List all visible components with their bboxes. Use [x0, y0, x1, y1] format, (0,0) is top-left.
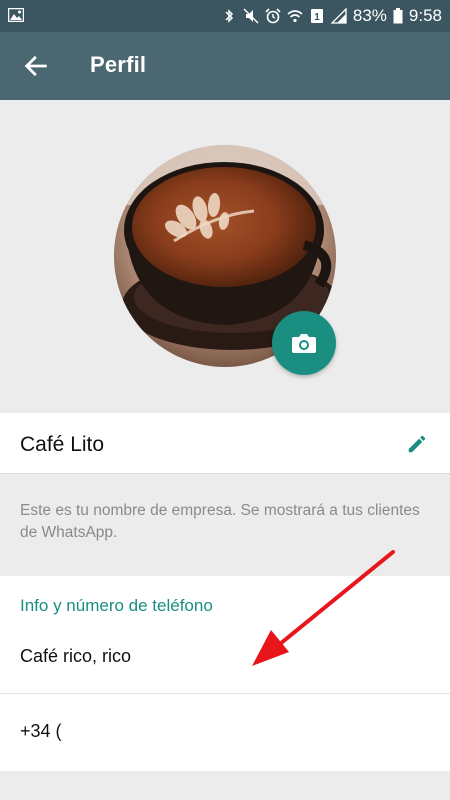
pencil-icon[interactable] [406, 433, 428, 455]
signal-icon [330, 8, 347, 24]
business-name-row[interactable]: Café Lito [0, 413, 450, 474]
status-icons: 1 83% 9:58 [221, 0, 442, 32]
business-description-field[interactable]: Café rico, rico [20, 646, 131, 667]
bottom-area [0, 771, 450, 800]
svg-text:1: 1 [314, 12, 320, 23]
business-name: Café Lito [20, 433, 105, 456]
divider [0, 693, 450, 694]
battery-percent: 83% [352, 6, 387, 25]
alarm-icon [265, 8, 281, 24]
wifi-icon [287, 10, 303, 23]
mute-icon [243, 8, 259, 24]
status-bar: 1 83% 9:58 [0, 0, 450, 32]
info-section: Info y número de teléfono Café rico, ric… [0, 576, 450, 771]
info-section-header: Info y número de teléfono [20, 596, 213, 615]
camera-icon [292, 334, 316, 353]
change-photo-button[interactable] [272, 311, 336, 375]
page-title: Perfil [90, 52, 147, 77]
phone-number-field[interactable]: +34 ( [20, 721, 62, 742]
bluetooth-icon [225, 9, 233, 23]
app-bar: Perfil [0, 32, 450, 100]
image-icon [8, 8, 24, 22]
sim-icon: 1 [310, 9, 323, 23]
clock: 9:58 [408, 6, 442, 25]
arrow-back-icon[interactable] [22, 52, 50, 80]
business-name-hint: Este es tu nombre de empresa. Se mostrar… [20, 502, 420, 541]
battery-icon [393, 8, 403, 24]
